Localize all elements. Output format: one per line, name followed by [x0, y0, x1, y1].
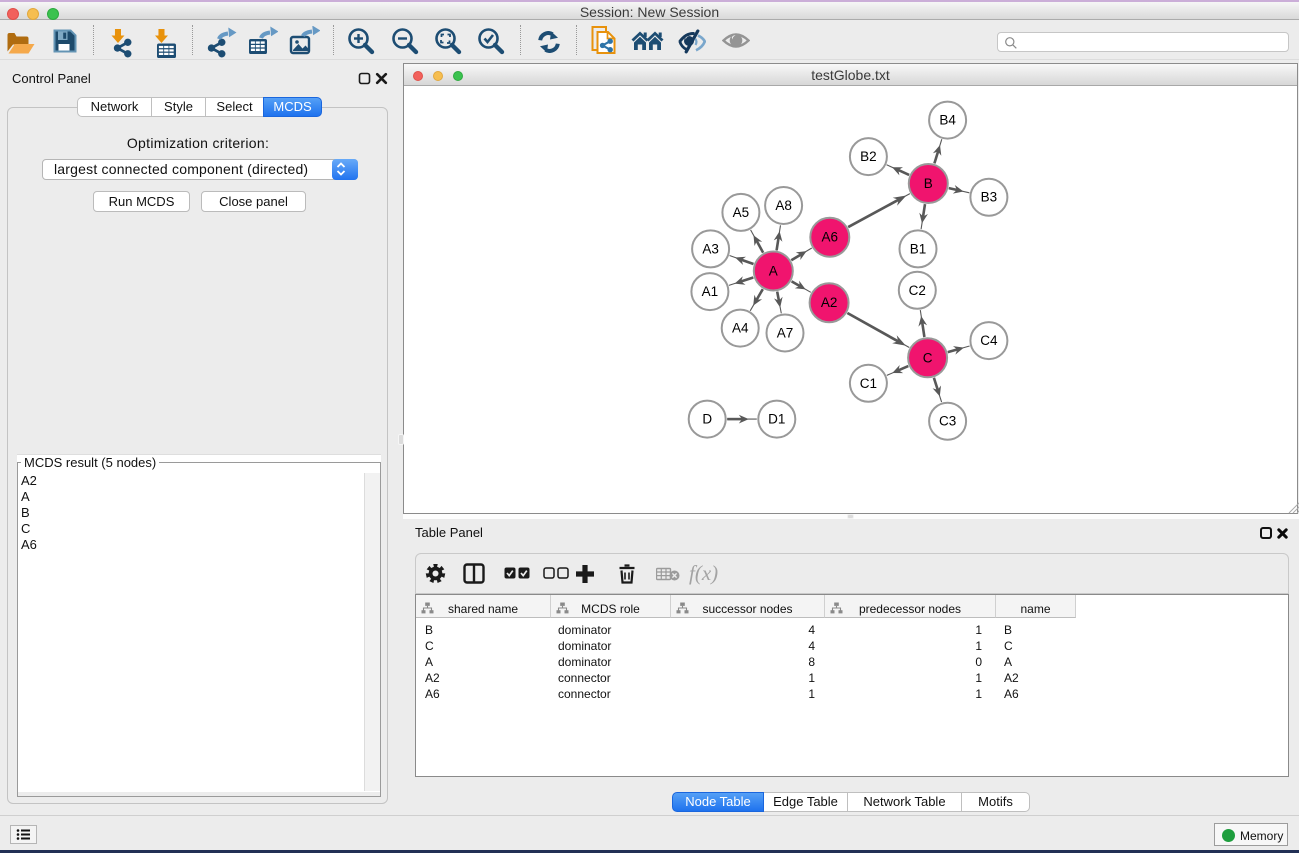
svg-text:B3: B3 [981, 190, 998, 205]
svg-text:C4: C4 [980, 333, 998, 348]
svg-text:A4: A4 [732, 321, 749, 336]
svg-text:A1: A1 [702, 284, 719, 299]
svg-text:A2: A2 [821, 295, 838, 310]
svg-text:A: A [769, 264, 778, 279]
svg-text:A5: A5 [733, 205, 750, 220]
svg-text:C2: C2 [909, 283, 926, 298]
svg-text:A7: A7 [777, 326, 794, 341]
svg-text:B: B [924, 176, 933, 191]
svg-text:B1: B1 [910, 241, 927, 256]
svg-text:A6: A6 [822, 230, 839, 245]
svg-text:A3: A3 [702, 241, 719, 256]
svg-text:A8: A8 [775, 198, 792, 213]
svg-text:B2: B2 [860, 149, 877, 164]
svg-text:C1: C1 [860, 376, 877, 391]
svg-text:D1: D1 [768, 412, 785, 427]
svg-text:D: D [702, 412, 712, 427]
svg-text:C: C [923, 350, 933, 365]
svg-text:B4: B4 [939, 113, 956, 128]
svg-text:C3: C3 [939, 414, 956, 429]
